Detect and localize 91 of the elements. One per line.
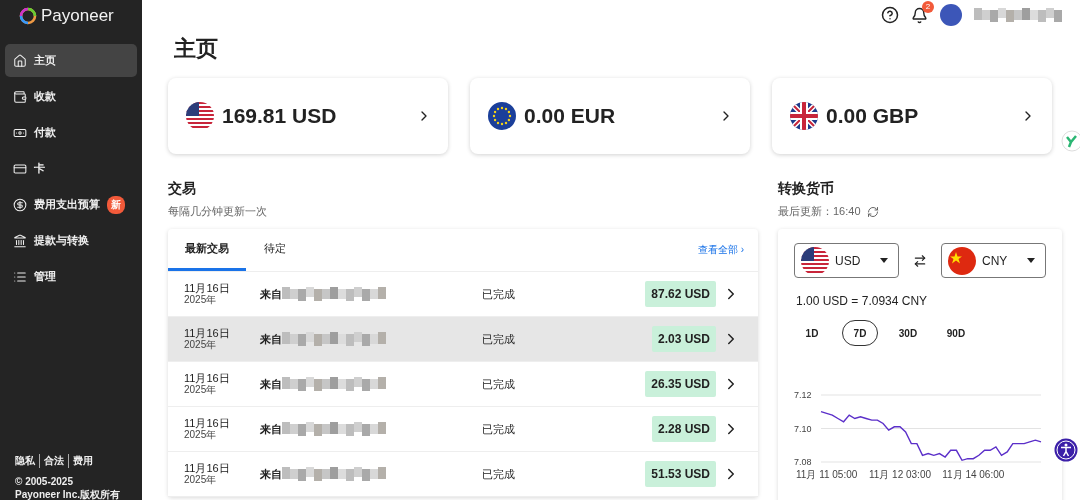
status-text: 已完成 [482,286,516,302]
date-text: 11月16日 [184,418,231,429]
axis-label: 7.08 [794,457,812,467]
tab[interactable]: 待定 [246,229,304,271]
nav-item[interactable]: 卡 [5,152,137,185]
caret-icon [1027,258,1035,263]
balance-amount: 0.00 EUR [524,104,617,128]
page-title: 主页 [174,35,219,63]
axis-label: 7.12 [794,390,812,400]
footer-link[interactable]: 费用 [73,454,97,468]
balance-card[interactable]: 0.00 EUR [470,78,750,154]
amount-tag: 51.53 USD [645,461,716,487]
axis-label: 11月 14 06:00 [942,469,1005,480]
refresh-icon[interactable] [866,205,879,218]
uk-flag-icon [790,102,818,130]
coin-icon [13,197,27,212]
balance-amount: 169.81 USD [222,104,338,128]
bank-icon [13,233,27,248]
logo-icon [19,7,37,25]
nav-item[interactable]: 收款 [5,80,137,113]
transaction-row[interactable]: 11月16日 2025年 来自 已完成 51.53 USD [168,452,758,497]
year-text: 2025年 [184,294,218,305]
payer-text: 来自 [260,331,282,347]
home-icon [13,53,27,68]
payer-text: 来自 [260,466,282,482]
card-icon [13,161,27,176]
transaction-row[interactable]: 11月16日 2025年 来自 已完成 2.03 USD [168,317,758,362]
balance-card[interactable]: 169.81 USD [168,78,448,154]
payer-text: 来自 [260,421,282,437]
new-badge: 新 [107,195,125,214]
wallet-icon [13,89,27,104]
balance-card[interactable]: 0.00 GBP [772,78,1052,154]
rate-text: 1.00 USD = 7.0934 CNY [796,294,929,308]
payer-text: 来自 [260,376,282,392]
us-flag-icon [186,102,214,130]
status-text: 已完成 [482,376,516,392]
logo-text: Payoneer [41,6,114,26]
range-tab[interactable]: 30D [890,320,926,346]
date-text: 11月16日 [184,373,231,384]
eu-flag-icon [488,102,516,130]
copyright-text: Payoneer Inc.版权所有 [15,489,122,500]
axis-label: 7.10 [794,423,812,434]
list-icon [13,269,27,284]
last-updated-text: 最后更新：16:40 [778,204,861,219]
section-subtitle: 每隔几分钟更新一次 [168,204,267,219]
bell-icon[interactable] [911,6,928,24]
extension-icon[interactable] [1060,130,1080,152]
payer-text: 来自 [260,286,282,302]
nav-item[interactable]: 管理 [5,260,137,293]
transaction-row[interactable]: 11月16日 2025年 来自 已完成 26.35 USD [168,362,758,407]
year-text: 2025年 [184,429,218,440]
caret-icon [880,258,888,263]
amount-tag: 2.03 USD [651,326,716,352]
view-all-link[interactable]: 查看全部 › [697,243,744,257]
date-text: 11月16日 [184,463,231,474]
status-text: 已完成 [482,331,516,347]
amount-tag: 26.35 USD [645,371,716,397]
range-tab[interactable]: 1D [794,320,830,346]
footer-link[interactable]: 隐私 [15,454,40,468]
notification-count: 2 [922,0,934,13]
cn-flag-icon [948,246,976,275]
status-text: 已完成 [482,421,516,437]
section-title: 转换货币 [778,180,835,198]
section-title: 交易 [168,180,197,198]
axis-label: 11月 11 05:00 [795,469,858,480]
accessibility-button[interactable] [1054,438,1078,462]
us-flag-icon [801,246,829,275]
currency-select[interactable]: USD [794,243,899,278]
nav-item[interactable]: 主页 [5,44,137,77]
currency-select[interactable]: CNY [941,243,1046,278]
date-text: 11月16日 [184,283,231,294]
avatar[interactable] [940,4,962,26]
date-text: 11月16日 [184,328,231,339]
year-text: 2025年 [184,474,218,485]
nav-item[interactable]: 费用支出预算 新 [5,188,137,221]
transaction-row[interactable]: 11月16日 2025年 来自 已完成 2.28 USD [168,407,758,452]
footer-link[interactable]: 合法 [44,454,69,468]
year-text: 2025年 [184,339,218,350]
swap-icon[interactable] [913,253,927,268]
copyright-text: © 2005-2025 [15,476,74,487]
axis-label: 11月 12 03:00 [868,469,931,480]
help-icon[interactable] [881,6,899,24]
amount-tag: 87.62 USD [645,281,716,307]
balance-amount: 0.00 GBP [826,104,920,128]
amount-tag: 2.28 USD [651,416,716,442]
transaction-row[interactable]: 11月16日 2025年 来自 已完成 87.62 USD [168,272,758,317]
status-text: 已完成 [482,466,516,482]
year-text: 2025年 [184,384,218,395]
nav-item[interactable]: 提款与转换 [5,224,137,257]
nav-item[interactable]: 付款 [5,116,137,149]
range-tab[interactable]: 90D [938,320,974,346]
